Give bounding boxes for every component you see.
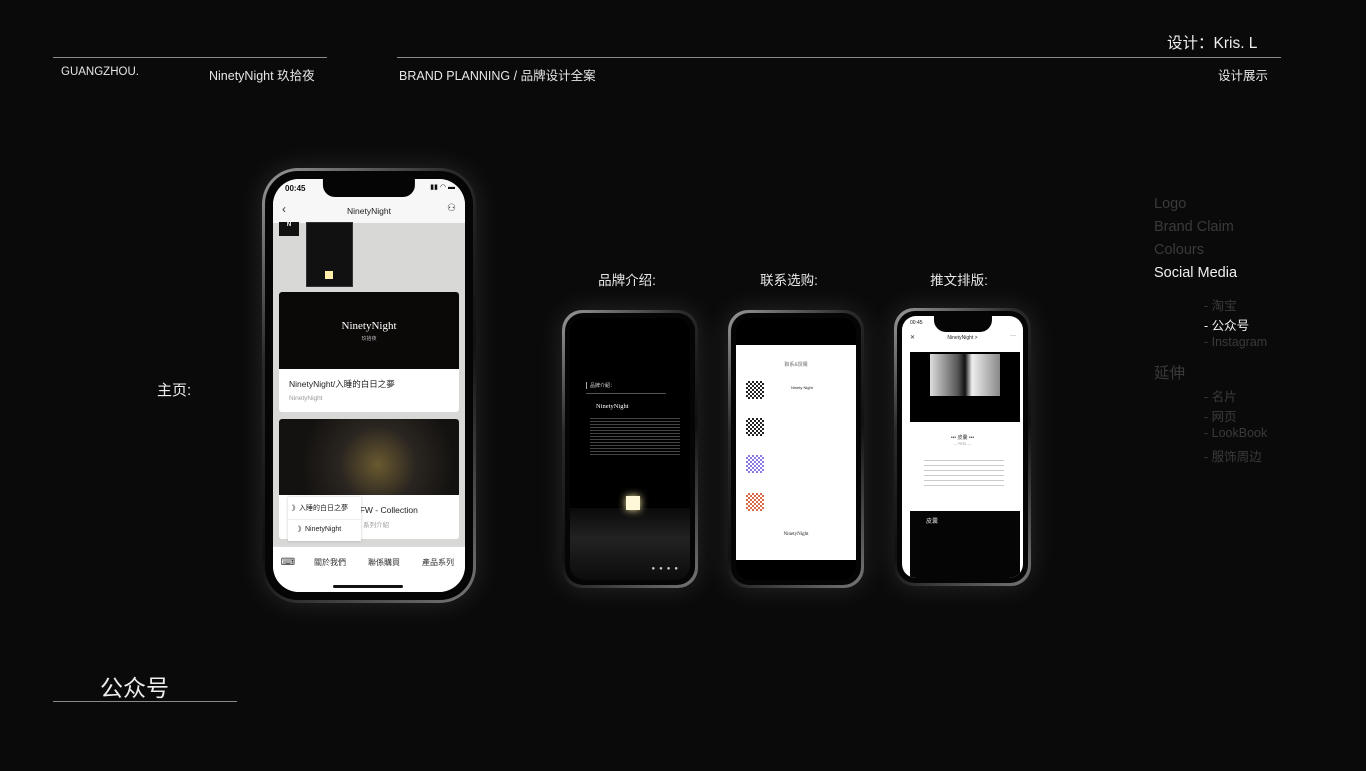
qr-code [746,381,764,399]
nav-colours[interactable]: Colours [1154,242,1204,258]
nav-merch[interactable]: - 服饰周边 [1204,446,1262,465]
screen-label: 品牌介绍: [598,273,656,288]
article-section: 皮囊 [910,511,1020,578]
brand-intro-phone: 品牌介紹： NinetyNight ●●●● [562,310,698,588]
popup-item[interactable]: 》NinetyNight [288,520,361,538]
ni-badge: N [279,222,299,236]
shop-name: Ninety Night [791,385,813,390]
contact-phone: 聯系&撰購 Ninety Night NinetyNight [728,310,864,588]
screen-label: 推文排版: [930,273,988,288]
keyboard-icon[interactable]: ⌨ [273,557,303,568]
menu-tab[interactable]: 關於我們 [303,557,357,568]
nav-logo[interactable]: Logo [1154,196,1186,212]
nav-lookbook[interactable]: - LookBook [1204,426,1267,440]
screen-label: 联系选购: [760,273,818,288]
popup-item[interactable]: 》入睡的白日之夢 [288,497,361,520]
header-rule-left [53,57,327,58]
menu-tab[interactable]: 產品系列 [411,557,465,568]
light-cube [626,496,640,510]
card-source: NinetyNight [289,395,323,402]
nav-taobao[interactable]: - 淘宝 [1204,295,1237,314]
article-heading: ••• 皮囊 ••• [950,435,975,441]
nav-instagram[interactable]: - Instagram [1204,335,1267,349]
project-cn: 品牌设计全案 [520,69,596,83]
section-title: 皮囊 [926,519,939,525]
qr-code [746,418,764,436]
article-account: NinetyNight > [947,335,978,341]
contact-logo: NinetyNight [783,532,809,537]
project-en: BRAND PLANNING [399,69,511,83]
status-time: 00:45 [285,184,306,193]
status-time: 00:45 [910,320,923,326]
nav-business-card[interactable]: - 名片 [1204,386,1237,405]
card-logo: NinetyNight [341,320,397,332]
article-photo [910,352,1020,422]
article-layout-phone: 00:45 ✕ NinetyNight > ··· ••• 皮囊 ••• ---… [894,308,1031,586]
page-title: 公众号 [100,675,169,701]
article-card-1[interactable]: NinetyNight 玖拾夜 NinetyNight/入睡的白日之夢 Nine… [279,292,459,412]
project-label: BRAND PLANNING / 品牌设计全案 [399,65,596,84]
nav-brand-claim[interactable]: Brand Claim [1154,219,1234,235]
nav-webpage[interactable]: - 网页 [1204,406,1237,425]
title-underline [53,701,237,702]
nav-extension[interactable]: 延伸 [1154,361,1185,383]
header-rule-right [397,57,1281,58]
intro-logo: NinetyNight [596,403,629,410]
designer-credit: 设计：Kris. L [1167,35,1258,52]
section-label: 设计展示 [1218,69,1269,83]
contact-heading: 聯系&撰購 [784,362,808,368]
article-sub: --- PEEL --- [953,442,972,446]
more-icon[interactable]: ··· [1010,333,1016,339]
home-indicator [333,585,403,588]
main-phone-mockup: 00:45 ▮▮ ◠ ▬ ‹ NinetyNight ⚇ N NinetyNig… [262,168,476,603]
menu-tab[interactable]: 聯係購買 [357,557,411,568]
status-icons: ▮▮ ◠ ▬ [430,184,455,191]
profile-icon[interactable]: ⚇ [447,203,456,214]
brand-label: NinetyNight 玖拾夜 [209,69,315,83]
card-logo-cn: 玖拾夜 [361,336,377,342]
qr-code [746,493,764,511]
nav-wechat-official[interactable]: - 公众号 [1204,315,1249,334]
city-label: GUANGZHOU. [61,66,139,78]
nav-social-media[interactable]: Social Media [1154,265,1237,281]
intro-heading: 品牌介紹： [586,382,615,389]
account-title: NinetyNight [347,206,391,216]
share-icons[interactable]: ●●●● [652,566,683,572]
card-title: NinetyNight/入睡的白日之夢 [289,379,395,389]
cover-thumb [306,222,353,287]
menu-popup: 》入睡的白日之夢 》NinetyNight [288,497,361,541]
main-label: 主页: [157,382,192,399]
qr-code [746,455,764,473]
separator: / [513,69,518,83]
